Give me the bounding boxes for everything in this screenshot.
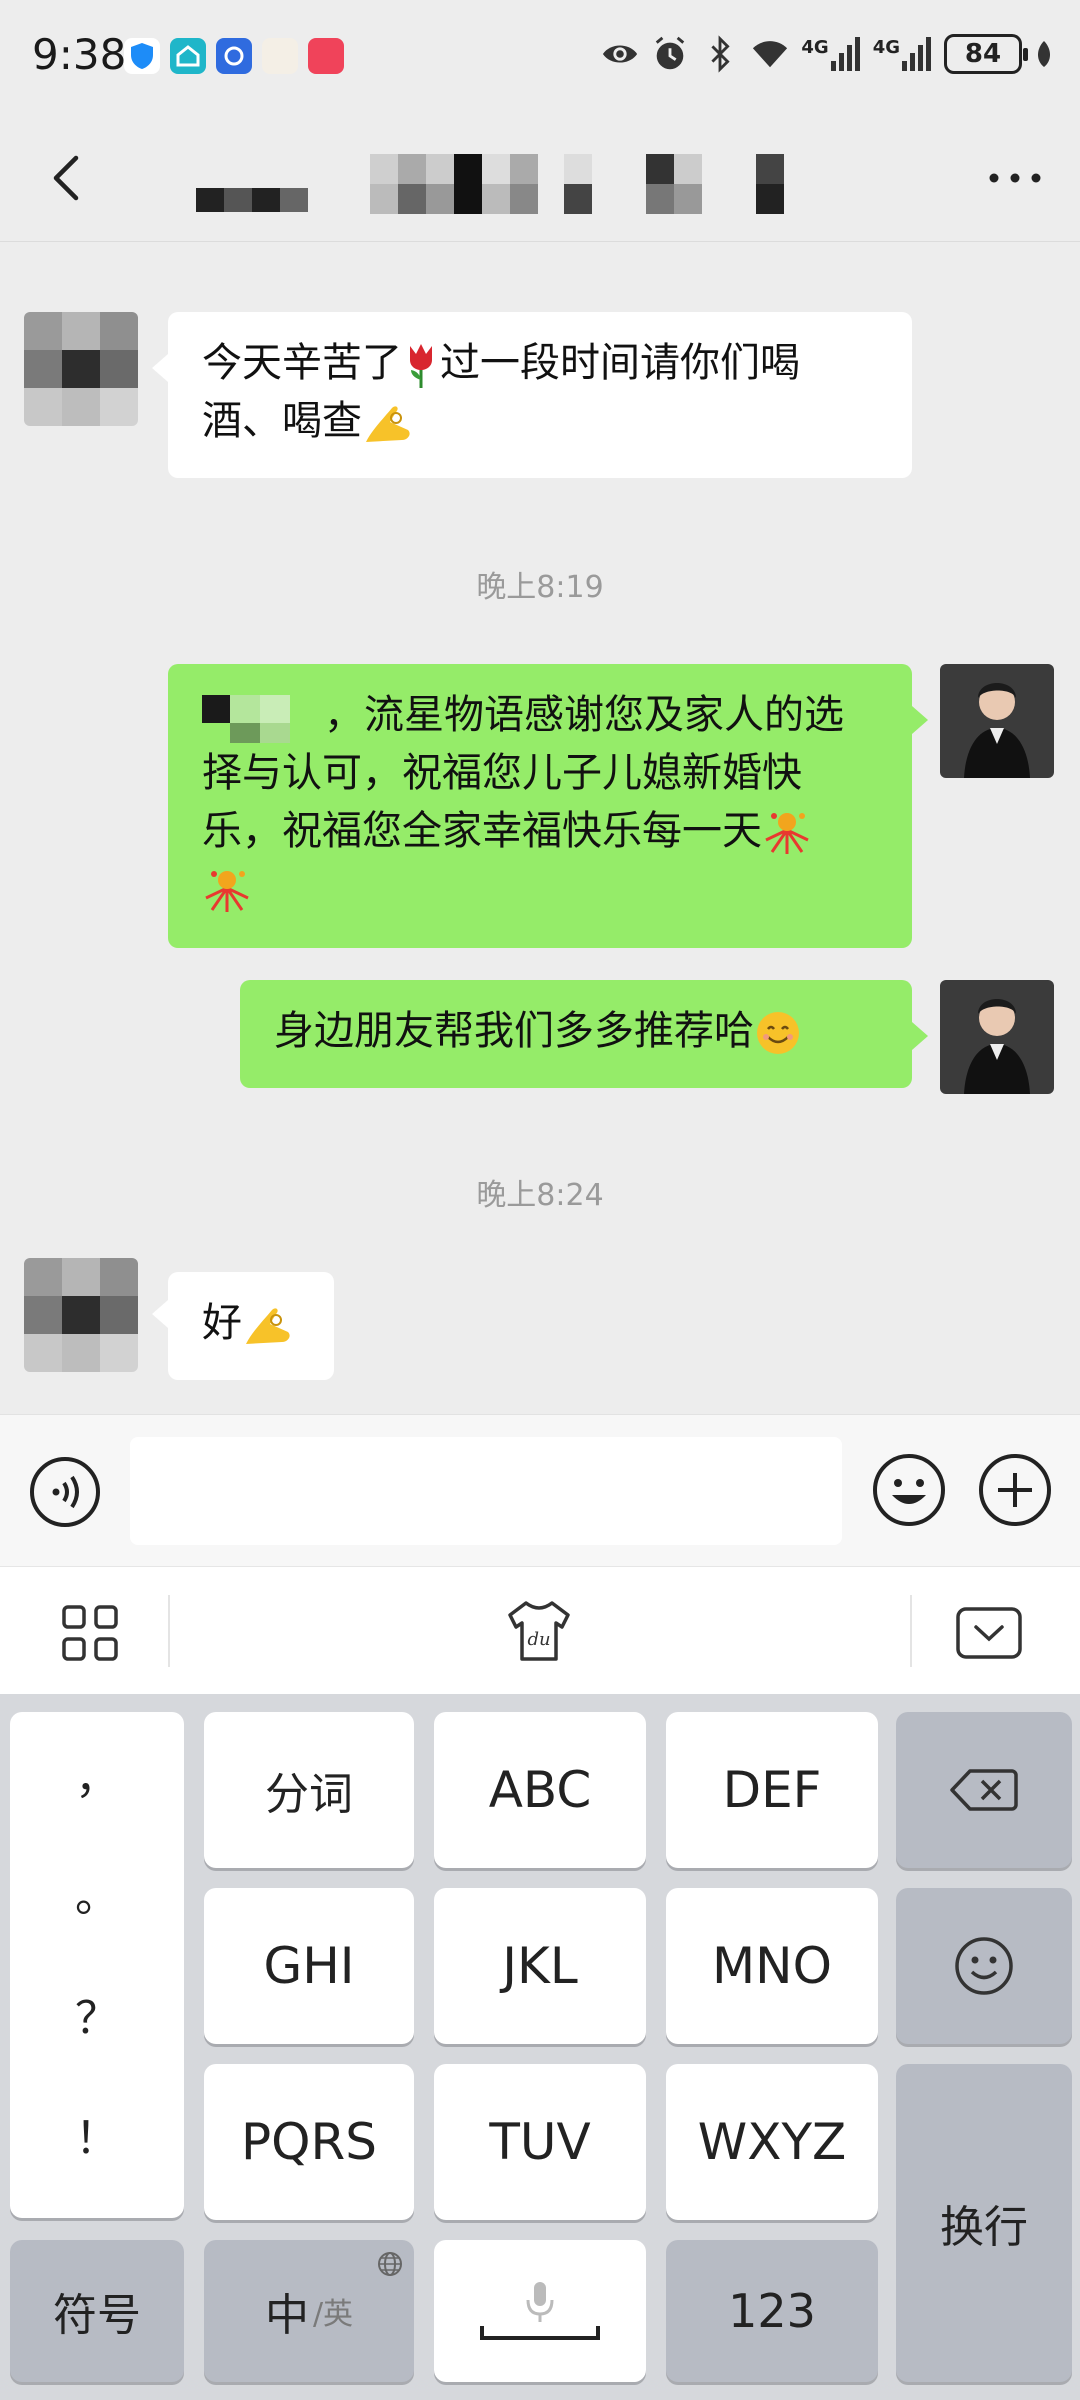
cell-signal-2: 4G — [873, 37, 932, 71]
confetti-emoji-icon — [205, 871, 249, 912]
red-app-icon — [308, 38, 344, 74]
network-type-2: 4G — [872, 37, 900, 58]
lang-zh-label: 中 — [264, 2290, 309, 2341]
grid-icon[interactable] — [60, 1603, 120, 1663]
key-fenci[interactable]: 分词 — [204, 1712, 414, 1868]
lang-switch-key[interactable]: 中/英 — [204, 2240, 414, 2382]
leaf-icon — [1038, 41, 1050, 67]
emoji-icon[interactable] — [870, 1451, 948, 1529]
my-avatar[interactable] — [940, 980, 1054, 1094]
blue-app-icon — [216, 38, 252, 74]
message-text: 择与认可，祝福您儿子儿媳新婚快 — [202, 750, 802, 796]
key-ghi[interactable]: GHI — [204, 1888, 414, 2044]
signal-bars-icon — [902, 37, 931, 71]
key-tuv[interactable]: TUV — [434, 2064, 646, 2220]
contact-avatar[interactable] — [24, 1258, 138, 1372]
message-text: 乐，祝福您全家幸福快乐每一天 — [202, 808, 762, 854]
smiley-key-icon — [955, 1937, 1013, 1995]
key-wxyz[interactable]: WXYZ — [666, 2064, 878, 2220]
my-avatar[interactable] — [940, 664, 1054, 778]
status-bar: 9:38 4G 4G 84 — [0, 0, 1080, 118]
contact-avatar[interactable] — [24, 312, 138, 426]
punct-key-period[interactable]: 。 — [10, 1860, 184, 1924]
cell-signal-1: 4G — [801, 37, 860, 71]
key-abc[interactable]: ABC — [434, 1712, 646, 1868]
symbols-key[interactable]: 符号 — [10, 2240, 184, 2382]
key-jkl[interactable]: JKL — [434, 1888, 646, 2044]
space-bar-icon — [480, 2326, 600, 2340]
globe-icon — [378, 2252, 402, 2276]
battery-indicator: 84 — [944, 34, 1028, 74]
chat-header — [0, 118, 1080, 242]
message-list[interactable]: 今天辛苦了 过一段时间请你们喝 酒、喝查 晚上8:19 ，流星物语感谢您及家人的选… — [0, 242, 1080, 1414]
ok-hand-emoji-icon — [366, 406, 410, 442]
emoji-key[interactable] — [896, 1888, 1072, 2044]
wifi-icon — [753, 41, 788, 68]
timestamp: 晚上8:19 — [476, 570, 604, 605]
key-pqrs[interactable]: PQRS — [204, 2064, 414, 2220]
confetti-emoji-icon — [765, 813, 809, 854]
chat-title-pixelated — [196, 154, 784, 214]
punct-key-question[interactable]: ？ — [10, 1982, 184, 2046]
enter-key[interactable]: 换行 — [896, 2064, 1072, 2382]
status-time: 9:38 — [32, 30, 127, 79]
network-type-1: 4G — [801, 37, 829, 58]
pixelated-name — [202, 695, 290, 743]
ok-hand-emoji-icon — [246, 1308, 290, 1344]
du-shirt-icon[interactable]: du — [504, 1597, 574, 1667]
bubble-tail — [152, 1300, 168, 1328]
message-text: 好 — [202, 1300, 242, 1346]
divider — [168, 1595, 170, 1667]
message-bubble-outgoing[interactable]: ，流星物语感谢您及家人的选 择与认可，祝福您儿子儿媳新婚快 乐，祝福您全家幸福快… — [168, 664, 912, 948]
lang-en-label: /英 — [312, 2297, 354, 2332]
eye-icon — [603, 45, 638, 63]
key-def[interactable]: DEF — [666, 1712, 878, 1868]
timestamp: 晚上8:24 — [476, 1178, 604, 1213]
message-bubble-incoming[interactable]: 今天辛苦了 过一段时间请你们喝 酒、喝查 — [168, 312, 912, 478]
bubble-tail — [152, 354, 168, 382]
number-key[interactable]: 123 — [666, 2240, 878, 2382]
svg-text:du: du — [527, 1629, 550, 1650]
ime-keyboard: ， 。 ？ ！ 分词 ABC DEF GHI JKL MNO PQRS TUV … — [0, 1694, 1080, 2400]
keyboard-toolbar: du — [0, 1566, 1080, 1694]
status-app-icons — [124, 38, 344, 74]
cat-app-icon — [262, 38, 298, 74]
message-bubble-outgoing[interactable]: 身边朋友帮我们多多推荐哈 — [240, 980, 912, 1088]
punct-key-comma[interactable]: ， — [10, 1742, 184, 1806]
punct-key-exclaim[interactable]: ！ — [10, 2102, 184, 2166]
bubble-tail — [912, 1022, 928, 1050]
bluetooth-icon — [711, 35, 730, 73]
back-arrow-icon[interactable] — [38, 148, 98, 208]
wechat-chat-screen: 9:38 4G 4G 84 今天辛苦了 过一段时间请你们喝 酒、喝查 晚上8:1… — [0, 0, 1080, 2400]
punctuation-column[interactable]: ， 。 ？ ！ — [10, 1712, 184, 2218]
key-mno[interactable]: MNO — [666, 1888, 878, 2044]
signal-bars-icon — [830, 37, 860, 71]
plus-icon[interactable] — [976, 1451, 1054, 1529]
status-indicators: 4G 4G 84 — [601, 34, 1054, 74]
message-text: 身边朋友帮我们多多推荐哈 — [274, 1008, 754, 1054]
alarm-icon — [656, 36, 685, 70]
divider — [910, 1595, 912, 1667]
tulip-emoji-icon — [410, 344, 432, 388]
home-app-icon — [170, 38, 206, 74]
message-text: 过一段时间请你们喝 — [440, 340, 800, 386]
voice-icon[interactable] — [28, 1455, 102, 1529]
backspace-icon — [950, 1769, 1018, 1811]
message-input[interactable] — [130, 1437, 842, 1545]
keyboard-hide-icon[interactable] — [954, 1603, 1024, 1663]
space-key[interactable] — [434, 2240, 646, 2382]
input-bar — [0, 1414, 1080, 1566]
more-dots-icon[interactable] — [980, 148, 1050, 208]
message-text: 酒、喝查 — [202, 398, 362, 444]
message-text: ，流星物语感谢您及家人的选 — [324, 692, 844, 738]
backspace-key[interactable] — [896, 1712, 1072, 1868]
bubble-tail — [912, 706, 928, 734]
mic-icon — [526, 2282, 554, 2322]
smile-emoji-icon — [757, 1012, 799, 1054]
shield-app-icon — [124, 38, 160, 74]
message-bubble-incoming[interactable]: 好 — [168, 1272, 334, 1380]
message-text: 今天辛苦了 — [202, 340, 402, 386]
